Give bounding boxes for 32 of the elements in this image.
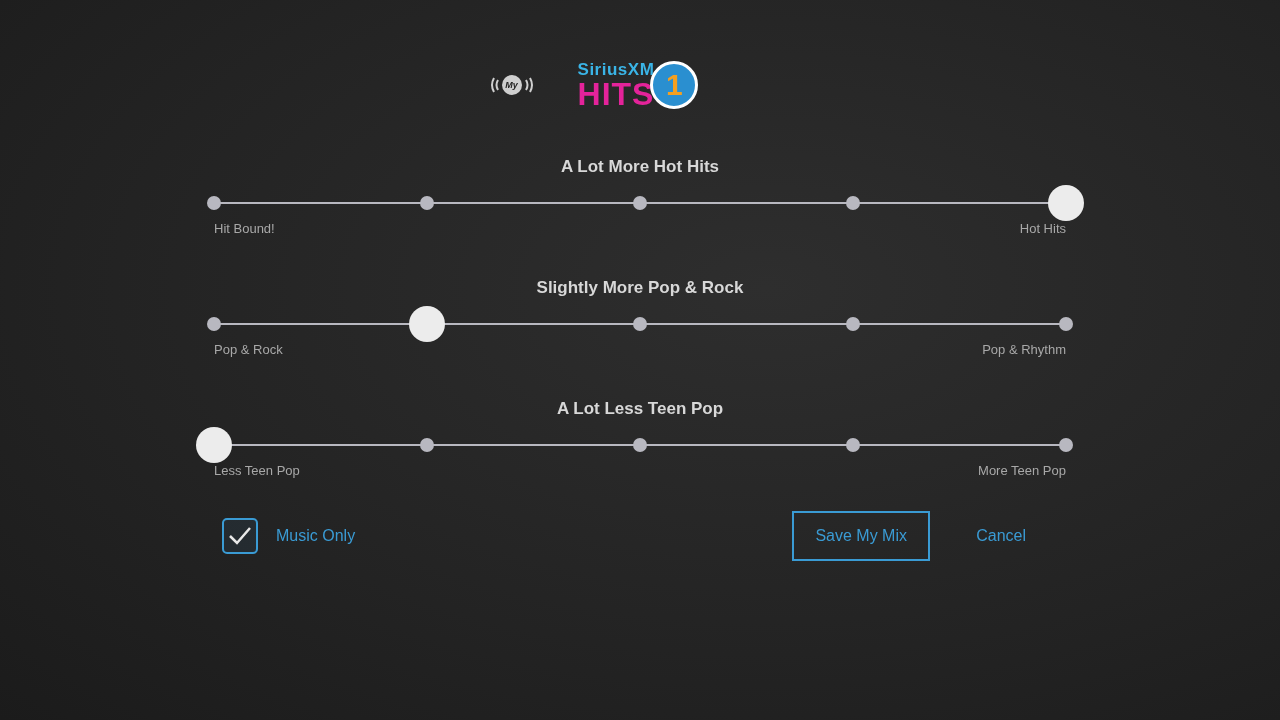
slider-stop	[846, 438, 860, 452]
signal-waves-icon	[489, 76, 500, 94]
slider-min-label: Hit Bound!	[214, 221, 275, 237]
slider-title: Slightly More Pop & Rock	[536, 278, 744, 298]
slider-min-label: Less Teen Pop	[214, 463, 300, 479]
slider-stop	[420, 438, 434, 452]
slider-max-label: Hot Hits	[1019, 221, 1066, 237]
slider-title: A Lot More Hot Hits	[561, 157, 719, 177]
slider-thumb[interactable]	[196, 427, 232, 463]
slider-max-label: More Teen Pop	[978, 463, 1066, 479]
checkbox-label: Music Only	[276, 527, 356, 545]
cancel-button[interactable]: Cancel	[976, 527, 1026, 545]
slider-thumb[interactable]	[409, 306, 445, 342]
slider-stop	[1059, 438, 1073, 452]
slider-title: A Lot Less Teen Pop	[556, 399, 724, 419]
slider-max-label: Pop & Rhythm	[982, 342, 1066, 358]
checkmark-icon	[228, 526, 252, 546]
slider-stop	[633, 317, 647, 331]
save-button[interactable]: Save My Mix	[792, 511, 931, 561]
slider-min-label: Pop & Rock	[214, 342, 283, 358]
slider-stop	[207, 317, 221, 331]
slider-stop	[1059, 317, 1073, 331]
slider-stop	[633, 438, 647, 452]
signal-waves-icon	[523, 76, 534, 94]
slider-stop	[846, 317, 860, 331]
slider-stop	[420, 196, 434, 210]
slider-thumb[interactable]	[1048, 185, 1084, 221]
my-badge: My	[501, 75, 522, 95]
slider-stop	[846, 196, 860, 210]
slider-stop	[633, 196, 647, 210]
slider-stop	[207, 196, 221, 210]
music-only-checkbox[interactable]	[222, 518, 258, 554]
